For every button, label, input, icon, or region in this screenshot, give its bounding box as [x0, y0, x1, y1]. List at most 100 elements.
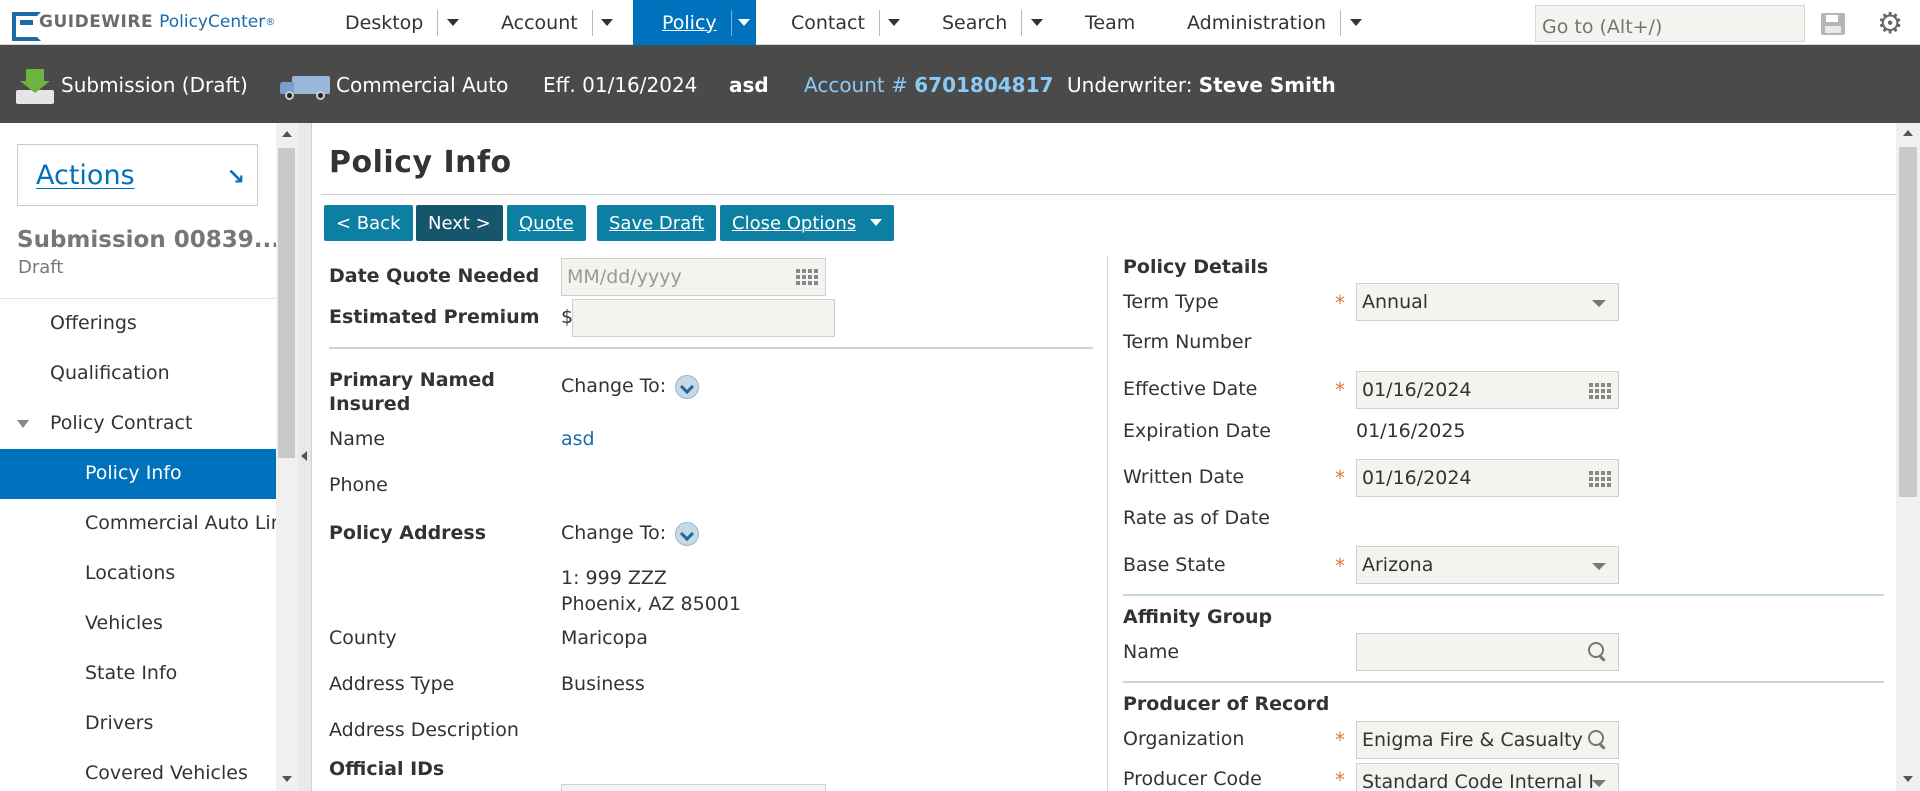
sidebar-item-policy-contract[interactable]: Policy Contract [0, 399, 276, 449]
tab-contact-label[interactable]: Contact [791, 12, 879, 34]
sidebar-item-covered-vehicles[interactable]: Covered Vehicles [0, 749, 276, 791]
affinity-group-heading: Affinity Group [1123, 606, 1273, 628]
sidebar-item-drivers[interactable]: Drivers [0, 699, 276, 749]
search-icon[interactable] [1588, 642, 1608, 662]
close-options-label: Close Options [732, 213, 857, 234]
close-options-button[interactable]: Close Options [720, 205, 895, 241]
tab-desktop-label[interactable]: Desktop [345, 12, 437, 34]
sidebar-item-label: Policy Info [85, 462, 182, 484]
effective-date-label: Effective Date [1123, 378, 1258, 400]
underwriter-name: Steve Smith [1198, 73, 1336, 97]
address-line2: Phoenix, AZ 85001 [561, 593, 741, 615]
sidebar-item-qualification[interactable]: Qualification [0, 349, 276, 399]
scroll-down-icon[interactable] [1903, 776, 1913, 782]
official-ids-label: Official IDs [329, 758, 445, 780]
scroll-up-icon[interactable] [1903, 130, 1913, 136]
scrollbar-thumb[interactable] [278, 148, 295, 458]
written-date-input[interactable]: 01/16/2024 [1356, 459, 1619, 497]
tab-account[interactable]: Account [501, 0, 622, 45]
save-icon[interactable] [1821, 13, 1845, 35]
tab-desktop-menu-button[interactable] [437, 9, 467, 36]
calendar-icon[interactable] [1589, 381, 1611, 399]
sidebar-collapse-splitter[interactable] [298, 123, 312, 791]
collapse-left-icon[interactable] [301, 451, 307, 461]
gear-icon[interactable]: ⚙ [1877, 8, 1903, 38]
sidebar-item-commercial-auto-line[interactable]: Commercial Auto Line [0, 499, 276, 549]
tab-administration[interactable]: Administration [1187, 0, 1370, 45]
sidebar-item-vehicles[interactable]: Vehicles [0, 599, 276, 649]
name-label: Name [329, 428, 386, 450]
sidebar-item-policy-info[interactable]: Policy Info [0, 449, 276, 499]
calendar-icon[interactable] [1589, 469, 1611, 487]
producer-code-label: Producer Code [1123, 768, 1262, 790]
sidebar-scrollbar[interactable] [276, 123, 298, 791]
effective-date-input[interactable]: 01/16/2024 [1356, 371, 1619, 409]
sidebar-item-label: State Info [85, 662, 178, 684]
organization-search-input[interactable]: Enigma Fire & Casualty [1356, 721, 1619, 759]
scroll-down-icon[interactable] [282, 776, 292, 782]
official-id-input[interactable] [561, 784, 826, 791]
insured-name-link[interactable]: asd [561, 428, 595, 450]
tab-contact[interactable]: Contact [791, 0, 909, 45]
back-button[interactable]: < Back [324, 205, 413, 241]
required-asterisk: * [1335, 554, 1345, 578]
tab-administration-label[interactable]: Administration [1187, 12, 1340, 34]
sidebar-item-locations[interactable]: Locations [0, 549, 276, 599]
producer-code-select[interactable]: Standard Code Internal I [1356, 763, 1619, 791]
tab-policy-menu-button[interactable] [730, 9, 756, 36]
submission-info-bar: Submission (Draft) Commercial Auto Eff. … [0, 45, 1920, 123]
change-to-dropdown-icon[interactable] [675, 522, 699, 546]
change-to-label: Change To: [561, 522, 667, 544]
sidebar-item-label: Covered Vehicles [85, 762, 248, 784]
expand-triangle-icon[interactable] [17, 420, 29, 428]
change-to-dropdown-icon[interactable] [675, 375, 699, 399]
tab-contact-menu-button[interactable] [878, 9, 909, 36]
tab-policy-label[interactable]: Policy [662, 12, 731, 34]
quote-button[interactable]: Quote [507, 205, 586, 241]
scrollbar-thumb[interactable] [1899, 147, 1917, 497]
search-icon[interactable] [1588, 730, 1608, 750]
sidebar-item-label: Drivers [85, 712, 154, 734]
address-line1: 1: 999 ZZZ [561, 567, 667, 589]
organization-value: Enigma Fire & Casualty [1362, 729, 1583, 751]
next-button[interactable]: Next > [416, 205, 503, 241]
term-type-select[interactable]: Annual [1356, 283, 1619, 321]
sidebar-item-offerings[interactable]: Offerings [0, 299, 276, 349]
registered-mark: ® [265, 16, 276, 28]
submission-status-text[interactable]: Submission (Draft) [61, 73, 248, 97]
tab-search-menu-button[interactable] [1021, 9, 1051, 36]
tab-administration-menu-button[interactable] [1340, 9, 1370, 36]
sidebar-item-state-info[interactable]: State Info [0, 649, 276, 699]
base-state-select[interactable]: Arizona [1356, 546, 1619, 584]
underwriter-info: Underwriter: Steve Smith [1067, 73, 1336, 97]
scroll-up-icon[interactable] [282, 131, 292, 137]
underwriter-label: Underwriter: [1067, 73, 1193, 97]
primary-named-insured-label: Primary Named Insured [329, 369, 495, 415]
tab-account-menu-button[interactable] [591, 9, 622, 36]
goto-input[interactable] [1535, 5, 1805, 42]
affinity-group-search-input[interactable] [1356, 633, 1619, 671]
column-divider [1107, 256, 1108, 791]
tab-search-label[interactable]: Search [942, 12, 1021, 34]
estimated-premium-input[interactable] [572, 299, 835, 337]
expiration-date-value: 01/16/2025 [1356, 420, 1466, 442]
actions-label[interactable]: Actions [36, 160, 135, 191]
tab-policy[interactable]: Policy [633, 0, 756, 45]
product-name: PolicyCenter [159, 12, 266, 32]
save-draft-button[interactable]: Save Draft [597, 205, 717, 241]
chevron-down-icon [1030, 19, 1043, 26]
brand-logo[interactable]: GUIDEWIRE PolicyCenter ® [12, 9, 276, 41]
tab-search[interactable]: Search [942, 0, 1051, 45]
tab-team[interactable]: Team [1085, 0, 1149, 45]
main-scrollbar[interactable] [1896, 123, 1920, 791]
actions-button[interactable]: Actions ↘ [17, 144, 258, 206]
account-number[interactable]: 6701804817 [914, 73, 1053, 97]
tab-desktop[interactable]: Desktop [345, 0, 467, 45]
county-value: Maricopa [561, 627, 648, 649]
account-link[interactable]: Account # 6701804817 [804, 73, 1053, 97]
policy-address-label: Policy Address [329, 522, 487, 544]
calendar-icon[interactable] [796, 267, 818, 285]
tab-team-label[interactable]: Team [1085, 12, 1149, 34]
tab-account-label[interactable]: Account [501, 12, 592, 34]
date-quote-needed-input[interactable]: MM/dd/yyyy [561, 258, 826, 296]
